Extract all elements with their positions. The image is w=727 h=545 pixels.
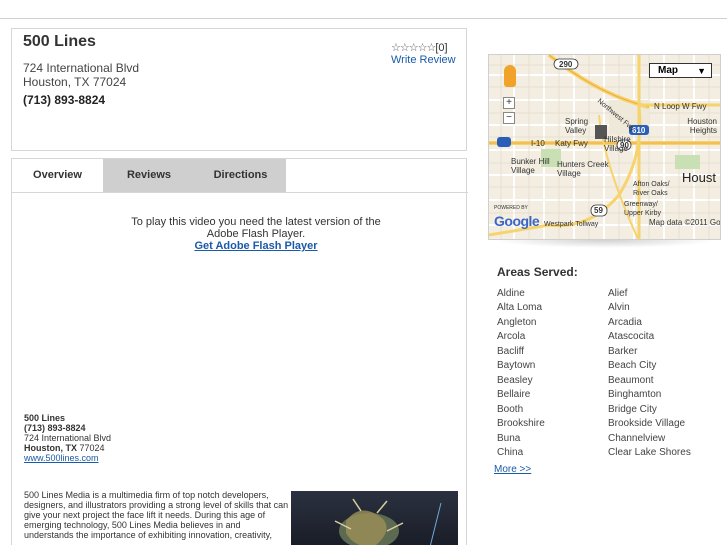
google-logo[interactable]: Google — [494, 213, 540, 229]
dropdown-arrow-icon: ▼ — [697, 66, 706, 76]
area-item: Booth — [497, 403, 524, 415]
map-label-hwy290: 290 — [559, 60, 573, 69]
get-flash-player-link[interactable]: Get Adobe Flash Player — [12, 240, 468, 252]
star-icons: ☆☆☆☆☆ — [391, 42, 436, 54]
area-item: Bridge City — [608, 403, 657, 415]
vcard-city-line: Houston, TX 77024 — [24, 443, 111, 453]
map-attribution[interactable]: Map data ©2011 Google - Terms of Use — [649, 218, 720, 227]
business-photo — [291, 491, 458, 545]
map-label-hwy59: 59 — [594, 206, 603, 215]
area-item: Baytown — [497, 360, 536, 372]
flash-message-line-2: Adobe Flash Player. — [206, 228, 306, 240]
area-item: Binghamton — [608, 389, 662, 401]
map-label-katy-fwy: Katy Fwy — [555, 139, 588, 148]
tab-divider — [12, 192, 468, 193]
area-item: Angleton — [497, 316, 537, 328]
map-label-i10: I-10 — [531, 139, 545, 148]
map-label-bunker-hill: Bunker Hill Village — [511, 157, 550, 175]
more-areas-link[interactable]: More >> — [494, 464, 531, 475]
map-label-houston: Houst — [682, 170, 716, 185]
business-name: 500 Lines — [23, 33, 96, 50]
area-item: Alief — [608, 288, 628, 299]
area-item: Brookshire — [497, 418, 545, 430]
tab-overview[interactable]: Overview — [12, 159, 103, 192]
area-item: Beaumont — [608, 374, 654, 386]
flash-message-line-1: To play this video you need the latest v… — [131, 216, 381, 228]
areas-list-right: Alief Alvin Arcadia Atascocita Barker Be… — [608, 287, 691, 460]
location-map[interactable]: 290 N Loop W Fwy Spring Valley Hilshire … — [488, 54, 721, 240]
write-review-link[interactable]: Write Review — [391, 54, 456, 66]
area-item: Barker — [608, 345, 638, 357]
vcard-phone: (713) 893-8824 — [24, 423, 86, 433]
area-item: Buna — [497, 432, 521, 444]
address-line-1: 724 International Blvd — [23, 61, 140, 75]
powered-by-text: POWERED BY — [494, 205, 528, 211]
area-item: Brookside Village — [608, 418, 686, 430]
area-item: Alvin — [608, 302, 630, 314]
vcard-zip: 77024 — [79, 443, 105, 453]
vcard-name: 500 Lines — [24, 413, 66, 423]
rating-count: [0] — [435, 42, 448, 54]
map-label-spring-valley: Spring Valley — [565, 117, 589, 135]
map-label-hwy90: 90 — [620, 141, 629, 150]
map-type-value: Map — [658, 65, 678, 76]
area-item: Aldine — [497, 288, 525, 299]
area-item: China — [497, 446, 524, 458]
business-card: 500 Lines 724 International Blvd Houston… — [11, 28, 467, 151]
area-item: Atascocita — [608, 331, 655, 343]
flash-player-notice: To play this video you need the latest v… — [12, 216, 468, 252]
vcard-website-link[interactable]: www.500lines.com — [24, 453, 99, 463]
area-item: Beach City — [608, 360, 657, 372]
area-item: Channelview — [608, 432, 666, 444]
tab-reviews[interactable]: Reviews — [103, 159, 195, 192]
header-divider — [0, 18, 727, 19]
areas-list-left: Aldine Alta Loma Angleton Arcola Bacliff… — [497, 287, 545, 460]
content-panel: Overview Reviews Directions To play this… — [11, 158, 468, 545]
tab-directions[interactable]: Directions — [195, 159, 286, 192]
photo-illustration — [334, 498, 442, 545]
area-item: Bellaire — [497, 389, 531, 401]
area-item: Bacliff — [497, 345, 525, 357]
zoom-out-button[interactable]: − — [503, 112, 515, 124]
area-item: Alta Loma — [497, 302, 543, 314]
business-description: 500 Lines Media is a multimedia firm of … — [24, 490, 289, 540]
area-item: Beasley — [497, 374, 533, 386]
tab-strip: Overview Reviews Directions — [12, 159, 286, 192]
address-line-2: Houston, TX 77024 — [23, 75, 127, 89]
vcard-city-state: Houston, TX — [24, 443, 77, 453]
map-type-select[interactable]: Map ▼ — [649, 63, 712, 78]
zoom-in-button[interactable]: + — [503, 97, 515, 109]
vcard-street: 724 International Blvd — [24, 433, 112, 443]
areas-served-title: Areas Served: — [497, 265, 578, 279]
map-label-afton-oaks: Afton Oaks/ River Oaks — [633, 181, 670, 197]
map-label-n-loop: N Loop W Fwy — [654, 102, 707, 111]
map-label-westpark: Westpark Tollway — [544, 221, 599, 228]
map-label-greenway: Greenway/ Upper Kirby — [624, 201, 661, 217]
area-item: Arcola — [497, 331, 526, 343]
phone-number: (713) 893-8824 — [23, 93, 106, 107]
map-label-hunters-creek: Hunters Creek Village — [557, 160, 609, 178]
rating-stars[interactable]: ☆☆☆☆☆[0] — [391, 41, 448, 54]
map-shadow — [493, 240, 717, 248]
street-view-pegman-icon[interactable] — [504, 65, 516, 87]
map-label-houston-heights: Houston Heights — [687, 117, 717, 135]
area-item: Arcadia — [608, 316, 642, 328]
contact-vcard: 500 Lines (713) 893-8824 724 Internation… — [24, 413, 111, 463]
area-item: Clear Lake Shores — [608, 446, 691, 458]
